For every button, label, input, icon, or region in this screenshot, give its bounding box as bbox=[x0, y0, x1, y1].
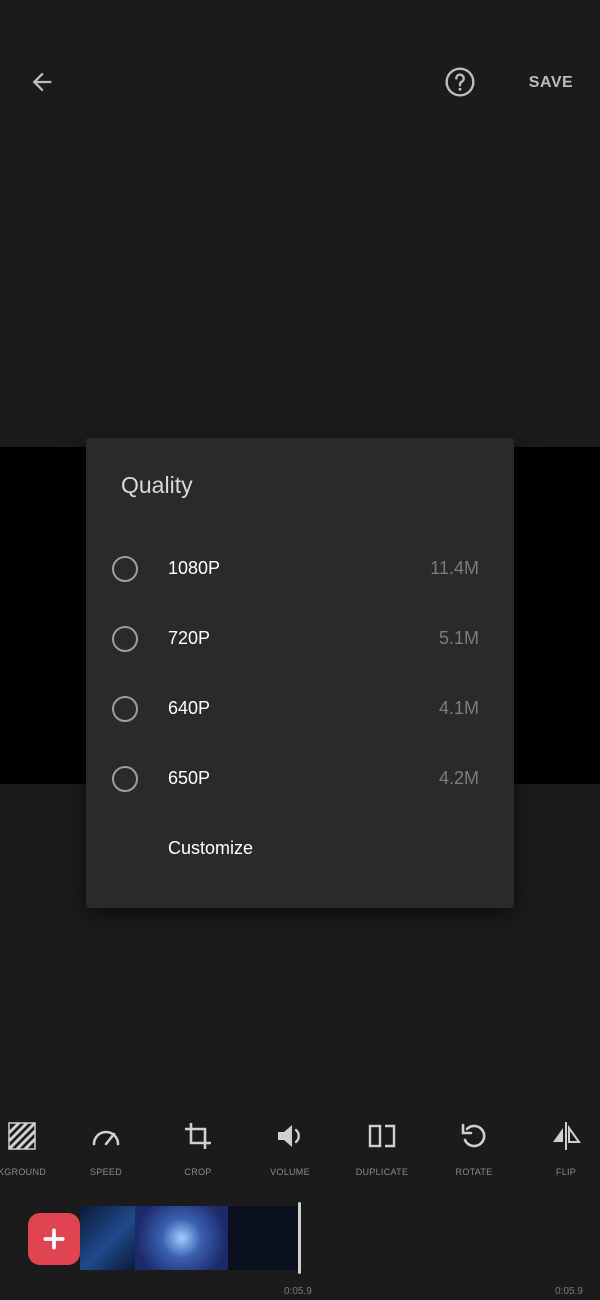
tool-crop[interactable]: CROP bbox=[152, 1116, 244, 1186]
tool-duplicate[interactable]: DUPLICATE bbox=[336, 1116, 428, 1186]
add-clip-button[interactable] bbox=[28, 1213, 80, 1265]
volume-icon bbox=[278, 1125, 300, 1147]
tool-background[interactable]: KGROUND bbox=[0, 1116, 68, 1186]
quality-dialog: Quality 1080P 11.4M 720P 5.1M 640P 4.1M … bbox=[86, 438, 514, 908]
quality-option-640p[interactable]: 640P 4.1M bbox=[86, 680, 514, 738]
tool-flip[interactable]: FLIP bbox=[520, 1116, 600, 1186]
total-time: 0:05.9 bbox=[555, 1286, 583, 1297]
crop-icon bbox=[185, 1123, 211, 1149]
tool-label: FLIP bbox=[555, 1167, 577, 1177]
top-bar: SAVE bbox=[0, 0, 600, 165]
background-stripes-icon bbox=[7, 1121, 37, 1151]
customize-option[interactable]: Customize bbox=[168, 838, 253, 859]
tool-rotate[interactable]: ROTATE bbox=[428, 1116, 520, 1186]
radio-button[interactable] bbox=[112, 696, 138, 722]
radio-button[interactable] bbox=[112, 556, 138, 582]
plus-icon bbox=[43, 1228, 65, 1250]
timeline: 0:05.9 0:05.9 bbox=[0, 1196, 600, 1300]
rotate-icon bbox=[461, 1123, 486, 1148]
option-size: 4.2M bbox=[438, 768, 479, 788]
tool-label: DUPLICATE bbox=[355, 1167, 409, 1177]
option-size: 4.1M bbox=[438, 698, 479, 718]
help-button[interactable] bbox=[440, 62, 480, 102]
option-label: 650P bbox=[168, 768, 211, 788]
tool-speed[interactable]: SPEED bbox=[60, 1116, 152, 1186]
video-clip-thumbnail[interactable] bbox=[135, 1206, 228, 1270]
quality-option-720p[interactable]: 720P 5.1M bbox=[86, 610, 514, 668]
tool-volume[interactable]: VOLUME bbox=[244, 1116, 336, 1186]
tool-label: ROTATE bbox=[455, 1167, 493, 1177]
arrow-left-icon bbox=[32, 72, 52, 92]
current-time: 0:05.9 bbox=[284, 1286, 312, 1297]
quality-option-1080p[interactable]: 1080P 11.4M bbox=[86, 540, 514, 598]
dialog-title: Quality bbox=[121, 472, 193, 498]
option-label: 640P bbox=[168, 698, 211, 718]
save-button[interactable]: SAVE bbox=[520, 70, 582, 96]
tool-label: CROP bbox=[184, 1167, 212, 1177]
playhead[interactable] bbox=[298, 1202, 301, 1274]
option-size: 5.1M bbox=[438, 628, 479, 648]
tool-label: KGROUND bbox=[0, 1167, 47, 1177]
tool-label: SPEED bbox=[89, 1167, 122, 1177]
video-clip-thumbnail[interactable] bbox=[80, 1206, 135, 1270]
edit-toolbar: KGROUND SPEED CROP VOLUME DUPLICATE ROTA… bbox=[0, 1116, 600, 1186]
option-size: 11.4M bbox=[430, 558, 479, 578]
option-label: 720P bbox=[168, 628, 211, 648]
radio-button[interactable] bbox=[112, 766, 138, 792]
back-button[interactable] bbox=[22, 62, 62, 102]
question-circle-icon bbox=[445, 67, 475, 97]
flip-icon bbox=[553, 1122, 581, 1150]
duplicate-icon bbox=[368, 1124, 396, 1148]
video-clip-thumbnail[interactable] bbox=[228, 1206, 298, 1270]
tool-label: VOLUME bbox=[270, 1167, 310, 1177]
quality-option-650p[interactable]: 650P 4.2M bbox=[86, 750, 514, 808]
option-label: 1080P bbox=[168, 558, 221, 578]
radio-button[interactable] bbox=[112, 626, 138, 652]
speedometer-icon bbox=[92, 1130, 120, 1146]
